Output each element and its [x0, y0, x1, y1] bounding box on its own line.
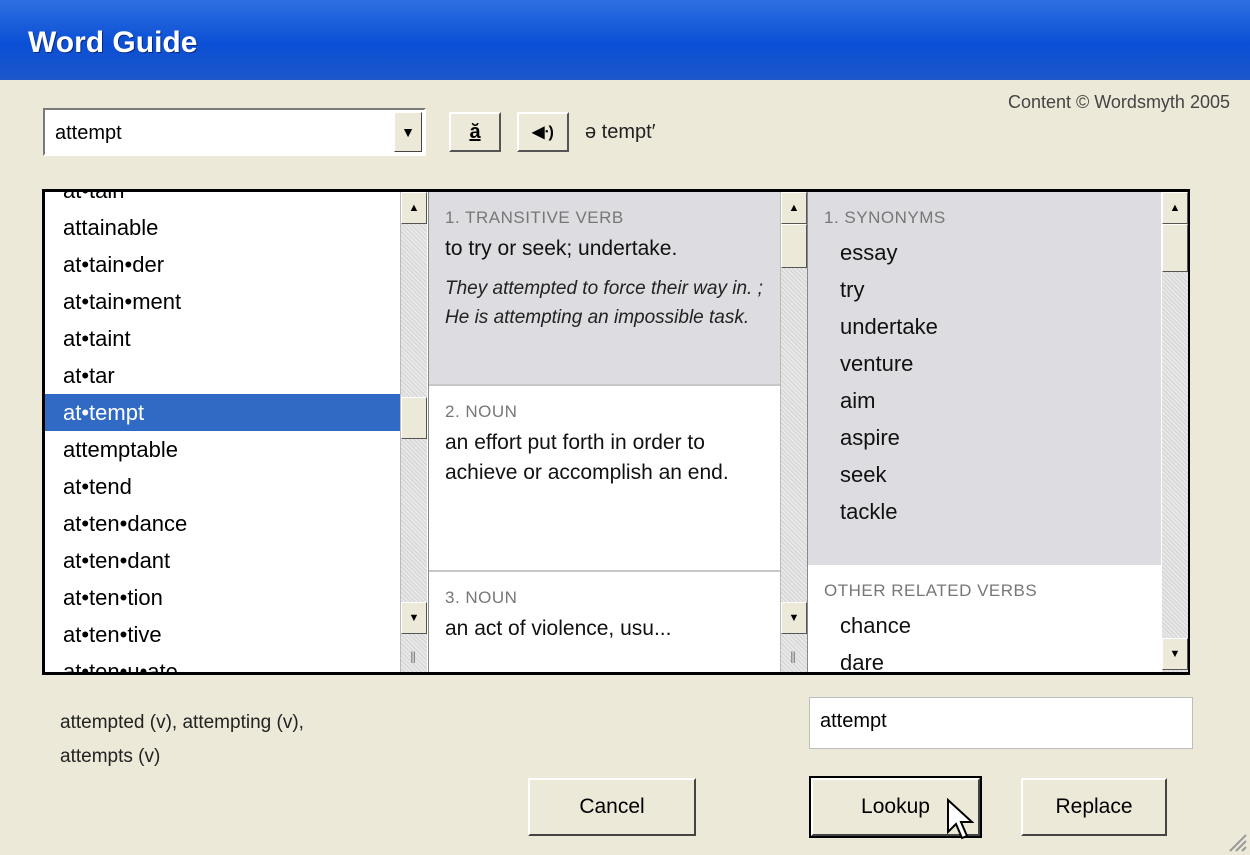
word-list[interactable]: at•tain attainable at•tain•der at•tain•m…	[45, 192, 403, 672]
related-verb-item[interactable]: dare	[824, 644, 1145, 672]
definition-heading: 3. NOUN	[445, 588, 518, 607]
results-panes: at•tain attainable at•tain•der at•tain•m…	[42, 189, 1190, 675]
synonyms-section: 1. SYNONYMS essay try undertake venture …	[808, 192, 1161, 565]
definition-text: to try or seek; undertake.	[445, 237, 678, 260]
pronunciation-key-button[interactable]: ă	[449, 112, 501, 152]
definition-example: They attempted to force their way in. ; …	[445, 278, 763, 328]
synonym-item[interactable]: aim	[824, 382, 1145, 419]
related-verbs-section: OTHER RELATED VERBS chance dare	[808, 565, 1161, 672]
scroll-thumb[interactable]	[1162, 224, 1188, 272]
synonyms-scrollbar[interactable]: ▲ ▼	[1162, 192, 1188, 672]
list-item[interactable]: at•tar	[45, 357, 403, 394]
list-item[interactable]: at•ten•u•ate	[45, 653, 403, 672]
definition-3: 3. NOUN an act of violence, usu...	[429, 572, 780, 658]
synonym-item[interactable]: aspire	[824, 419, 1145, 456]
definition-text: an act of violence, usu...	[445, 617, 672, 640]
scroll-up-arrow[interactable]: ▲	[781, 192, 807, 224]
definition-2: 2. NOUN an effort put forth in order to …	[429, 386, 780, 572]
list-item[interactable]: at•tend	[45, 468, 403, 505]
lookup-input-value[interactable]: attempt	[820, 710, 887, 733]
synonym-item[interactable]: venture	[824, 345, 1145, 382]
inflected-forms: attempted (v), attempting (v), attempts …	[60, 706, 304, 774]
scroll-up-arrow[interactable]: ▲	[1162, 192, 1188, 224]
list-item-selected[interactable]: at•tempt	[45, 394, 403, 431]
scroll-down-arrow[interactable]: ▼	[781, 602, 807, 634]
scroll-down-arrow[interactable]: ▼	[1162, 638, 1188, 670]
definition-heading: 2. NOUN	[445, 402, 518, 421]
inflected-forms-line-1: attempted (v), attempting (v),	[60, 712, 304, 733]
play-sound-button[interactable]: ◀ᐧ)	[517, 112, 569, 152]
synonyms-heading: 1. SYNONYMS	[824, 208, 946, 227]
scroll-down-arrow[interactable]: ▼	[401, 602, 427, 634]
title-bar: Word Guide	[0, 0, 1250, 80]
list-item[interactable]: at•ten•dant	[45, 542, 403, 579]
pronunciation-key-icon: ă	[469, 120, 481, 143]
list-item[interactable]: at•tain•der	[45, 246, 403, 283]
scroll-thumb[interactable]	[401, 397, 427, 439]
word-combobox[interactable]: attempt ▼	[43, 108, 426, 156]
list-item[interactable]: attainable	[45, 209, 403, 246]
lookup-input[interactable]: attempt	[809, 697, 1193, 749]
pronunciation-text: ə tempt′	[585, 121, 656, 143]
list-item[interactable]: at•ten•tive	[45, 616, 403, 653]
synonyms-pane[interactable]: 1. SYNONYMS essay try undertake venture …	[807, 192, 1161, 672]
related-verb-item[interactable]: chance	[824, 607, 1145, 644]
scroll-up-arrow[interactable]: ▲	[401, 192, 427, 224]
speaker-icon: ◀ᐧ)	[532, 124, 554, 141]
pane-resize-grip[interactable]: ‖	[401, 650, 425, 668]
definitions-scrollbar[interactable]: ▲ ▼ ‖	[780, 192, 807, 672]
list-item[interactable]: at•ten•dance	[45, 505, 403, 542]
synonym-item[interactable]: seek	[824, 456, 1145, 493]
definition-1: 1. TRANSITIVE VERB to try or seek; under…	[429, 192, 780, 386]
definitions-pane[interactable]: 1. TRANSITIVE VERB to try or seek; under…	[428, 192, 780, 672]
word-list-scrollbar[interactable]: ▲ ▼ ‖	[400, 192, 427, 672]
copyright-text: Content © Wordsmyth 2005	[1007, 92, 1230, 112]
inflected-forms-line-2: attempts (v)	[60, 746, 161, 767]
definition-text: an effort put forth in order to achieve …	[445, 431, 729, 484]
mouse-cursor-icon	[947, 798, 974, 840]
resize-grip-icon[interactable]	[1226, 831, 1248, 853]
list-item[interactable]: at•taint	[45, 320, 403, 357]
cancel-button[interactable]: Cancel	[528, 778, 696, 836]
synonym-item[interactable]: essay	[824, 234, 1145, 271]
dropdown-arrow-button[interactable]: ▼	[394, 112, 422, 152]
list-item[interactable]: at•tain•ment	[45, 283, 403, 320]
definition-heading: 1. TRANSITIVE VERB	[445, 208, 624, 227]
pane-resize-grip[interactable]: ‖	[781, 650, 805, 668]
word-combobox-value[interactable]: attempt	[55, 122, 122, 145]
list-item[interactable]: at•tain	[45, 192, 403, 209]
synonym-item[interactable]: undertake	[824, 308, 1145, 345]
list-item[interactable]: attemptable	[45, 431, 403, 468]
related-verbs-heading: OTHER RELATED VERBS	[824, 581, 1038, 600]
list-item[interactable]: at•ten•tion	[45, 579, 403, 616]
synonym-item[interactable]: tackle	[824, 493, 1145, 530]
synonym-item[interactable]: try	[824, 271, 1145, 308]
window-title: Word Guide	[28, 26, 198, 59]
replace-button[interactable]: Replace	[1021, 778, 1167, 836]
scroll-thumb[interactable]	[781, 224, 807, 268]
